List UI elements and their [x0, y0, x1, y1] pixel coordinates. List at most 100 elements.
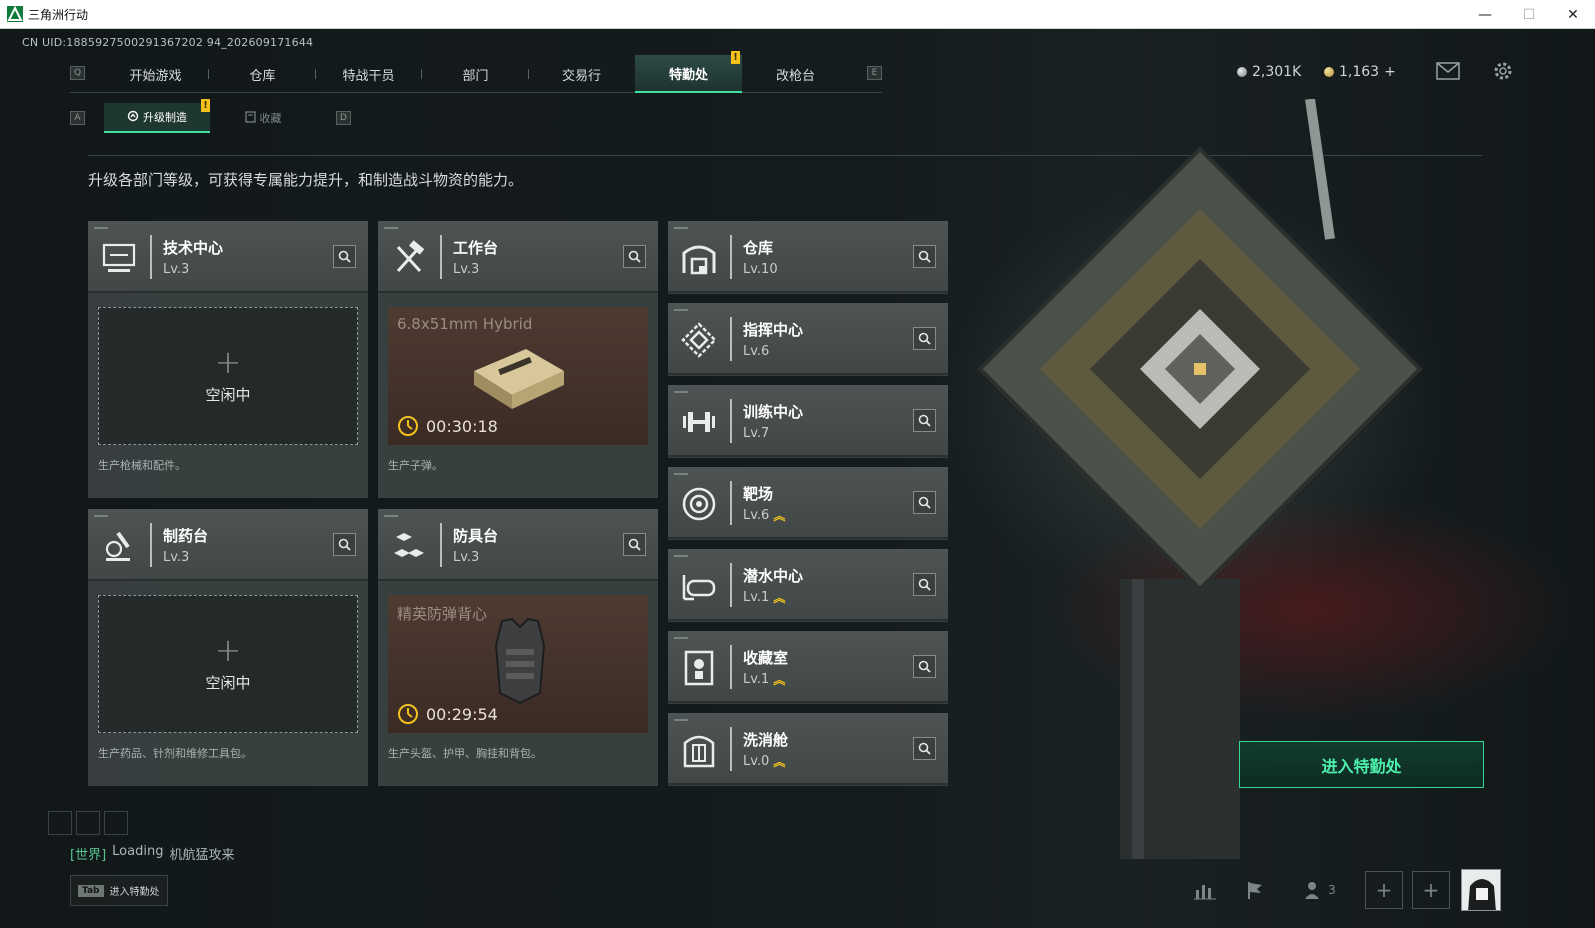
tab-operators[interactable]: 特战干员: [315, 55, 422, 93]
top-nav: Q 开始游戏 仓库 特战干员 部门 交易行 特勤处 ! 改枪台 E: [70, 51, 882, 93]
subnav-prev-key[interactable]: A: [70, 111, 85, 125]
search-icon[interactable]: [333, 533, 356, 556]
production-slot-busy[interactable]: 6.8x51mm Hybrid 00:30:18: [388, 307, 648, 445]
facility-card-shooting-range[interactable]: 靶场 Lv.6 ︽: [668, 467, 948, 540]
slot-status: 空闲中: [205, 385, 251, 404]
search-icon[interactable]: [623, 245, 646, 268]
facility-level: Lv.3: [163, 262, 190, 277]
search-icon[interactable]: [333, 245, 356, 268]
tab-gunsmith[interactable]: 改枪台: [742, 55, 849, 93]
stats-chart-icon[interactable]: [1186, 871, 1224, 909]
facility-name: 靶场: [743, 485, 774, 503]
uid-label: CN UID:1885927500291367202 94_2026091716…: [22, 36, 314, 49]
alert-badge: !: [731, 51, 740, 64]
production-slot-idle[interactable]: + 空闲中: [98, 307, 358, 445]
level-text: Lv.6: [743, 344, 770, 359]
warehouse-icon: [680, 239, 718, 277]
search-icon[interactable]: [913, 491, 936, 514]
add-production-icon: +: [214, 342, 242, 381]
world-chat-line[interactable]: [世界] Loading 机航猛攻来: [70, 844, 234, 863]
search-icon[interactable]: [913, 737, 936, 760]
tab-shortcut-hint[interactable]: Tab 进入特勤处: [70, 875, 168, 906]
timer-text: 00:30:18: [426, 416, 498, 436]
settings-gear-icon[interactable]: [1492, 60, 1514, 82]
ammo-box-image: [474, 349, 564, 409]
tab-label: 交易行: [561, 68, 601, 84]
facility-level: Lv.7: [743, 426, 769, 441]
chat-channel: [世界]: [70, 848, 107, 863]
search-icon[interactable]: [913, 327, 936, 350]
production-slot-idle[interactable]: + 空闲中: [98, 595, 358, 733]
tab-department[interactable]: 部门: [422, 55, 529, 93]
facility-level: Lv.6: [743, 344, 769, 359]
search-icon[interactable]: [913, 573, 936, 596]
card-header[interactable]: 防具台 Lv.3: [378, 509, 658, 581]
friends-button[interactable]: 3: [1296, 871, 1344, 909]
subnav-next-key[interactable]: D: [336, 111, 351, 125]
search-icon[interactable]: [623, 533, 646, 556]
card-header[interactable]: 技术中心 Lv.3: [88, 221, 368, 293]
enter-special-ops-button[interactable]: 进入特勤处: [1239, 741, 1484, 788]
card-header: 潜水中心 Lv.1 ︽: [668, 549, 948, 621]
add-slot-button[interactable]: +: [1365, 871, 1403, 909]
silver-coin-icon: [1237, 67, 1247, 77]
nav-prev-key[interactable]: Q: [70, 66, 85, 80]
flag-icon[interactable]: [1236, 871, 1274, 909]
tab-warehouse[interactable]: 仓库: [209, 55, 316, 93]
facility-card-pharmacy: 制药台 Lv.3 + 空闲中 生产药品、针剂和维修工具包。: [88, 509, 368, 786]
facility-card-diving-center[interactable]: 潜水中心 Lv.1 ︽: [668, 549, 948, 622]
tab-start-game[interactable]: 开始游戏: [102, 55, 209, 93]
level-text: Lv.0: [743, 754, 770, 769]
upgrade-icon: [127, 110, 139, 125]
tab-label: 部门: [462, 68, 489, 84]
tab-special-ops[interactable]: 特勤处 !: [635, 51, 742, 93]
armor-vest-image: [494, 617, 546, 705]
chat-user: Loading: [112, 844, 164, 859]
player-avatar[interactable]: [1461, 869, 1501, 911]
nav-next-key[interactable]: E: [867, 66, 882, 80]
production-slot-busy[interactable]: 精英防弹背心 00:29:54: [388, 595, 648, 733]
window-titlebar: 三角洲行动 — ☐ ✕: [0, 0, 1595, 29]
facility-level: Lv.1 ︽: [743, 590, 785, 605]
gold-currency[interactable]: 1,163 +: [1324, 64, 1396, 80]
friends-icon: [1305, 882, 1320, 899]
add-slot-button[interactable]: +: [1412, 871, 1450, 909]
card-header[interactable]: 工作台 Lv.3: [378, 221, 658, 293]
facility-card-command-center[interactable]: 指挥中心 Lv.6: [668, 303, 948, 376]
collection-room-icon: [680, 649, 718, 687]
tab-trading[interactable]: 交易行: [528, 55, 635, 93]
mail-icon[interactable]: [1436, 62, 1460, 80]
hud-corner-box: [104, 811, 128, 835]
tab-key: Tab: [78, 884, 104, 897]
subtab-upgrade-craft[interactable]: 升级制造 !: [104, 99, 210, 133]
card-header[interactable]: 制药台 Lv.3: [88, 509, 368, 581]
training-center-icon: [680, 403, 718, 441]
facility-card-collection-room[interactable]: 收藏室 Lv.1 ︽: [668, 631, 948, 704]
facility-name: 制药台: [163, 527, 209, 545]
close-button[interactable]: ✕: [1550, 0, 1595, 29]
minimize-button[interactable]: —: [1462, 0, 1508, 29]
card-header: 训练中心 Lv.7: [668, 385, 948, 457]
command-center-icon: [680, 321, 718, 359]
facility-card-warehouse[interactable]: 仓库 Lv.10: [668, 221, 948, 294]
maximize-button[interactable]: ☐: [1506, 0, 1552, 29]
add-gold-button[interactable]: +: [1384, 64, 1396, 80]
subtab-collection[interactable]: 收藏: [210, 103, 316, 133]
search-icon[interactable]: [913, 655, 936, 678]
upgrade-available-icon: ︽: [773, 590, 786, 605]
chat-message: 机航猛攻来: [169, 848, 235, 863]
tab-label: 特勤处: [668, 67, 708, 83]
tech-center-icon: [100, 239, 138, 277]
crafting-item-name: 精英防弹背心: [397, 605, 488, 623]
upgrade-available-icon: ︽: [773, 508, 786, 523]
page-description: 升级各部门等级，可获得专属能力提升，和制造战斗物资的能力。: [88, 171, 524, 189]
search-icon[interactable]: [913, 245, 936, 268]
facility-card-armor-bench: 防具台 Lv.3 精英防弹背心 00:29:54 生产头盔、护甲、胸挂和背包。: [378, 509, 658, 786]
facility-card-decon-chamber[interactable]: 洗消舱 Lv.0 ︽: [668, 713, 948, 786]
tab-label: 改枪台: [775, 68, 815, 84]
search-icon[interactable]: [913, 409, 936, 432]
facility-card-training-center[interactable]: 训练中心 Lv.7: [668, 385, 948, 458]
facility-level: Lv.3: [163, 550, 190, 565]
facility-name: 指挥中心: [743, 321, 804, 339]
facility-name: 洗消舱: [743, 731, 789, 749]
